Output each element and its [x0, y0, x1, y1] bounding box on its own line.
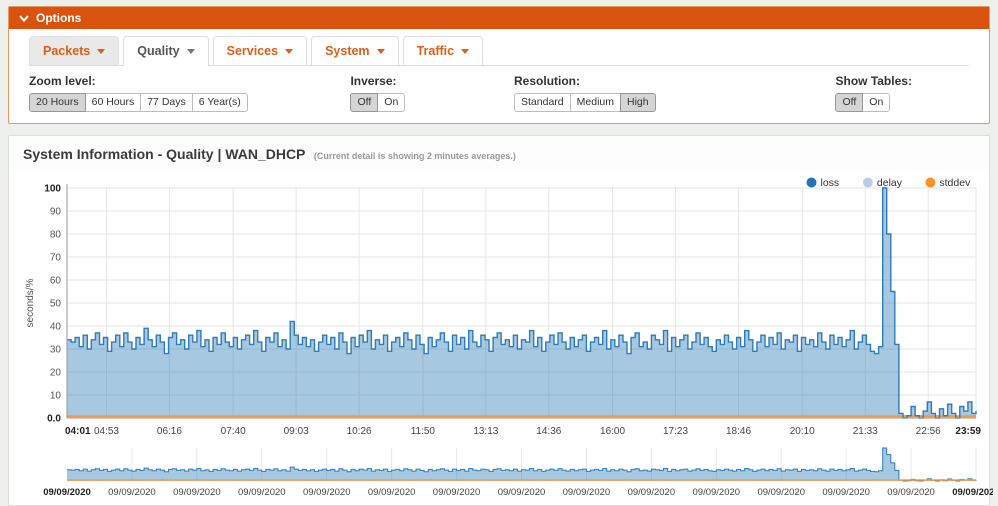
mini-chart-brush[interactable] [67, 447, 977, 482]
tab-packets[interactable]: Packets [29, 36, 120, 65]
zoom-77days-button[interactable]: 77 Days [140, 93, 193, 112]
quality-graph-header: System Information - Quality | WAN_DHCP … [9, 136, 989, 172]
show-tables-group: Off On [835, 93, 891, 112]
svg-text:09/09/2020: 09/09/2020 [822, 487, 870, 498]
inverse-on-button[interactable]: On [377, 93, 406, 112]
svg-text:14:36: 14:36 [536, 426, 561, 437]
chevron-down-icon [461, 48, 470, 54]
tab-traffic[interactable]: Traffic [402, 36, 484, 65]
svg-text:18:46: 18:46 [726, 426, 751, 437]
svg-text:loss: loss [821, 177, 840, 189]
tab-services-label: Services [226, 44, 279, 58]
chevron-down-icon [186, 48, 195, 54]
options-title: Options [36, 11, 82, 25]
x-tick-labels: 04:01 04:53 06:16 07:40 09:03 10:26 11:50 13:13… [65, 426, 981, 437]
graph-subtitle: (Current detail is showing 2 minutes ave… [313, 151, 516, 161]
svg-text:11:50: 11:50 [411, 426, 436, 437]
svg-text:09/09/2020: 09/09/2020 [498, 487, 546, 498]
show-tables-on-button[interactable]: On [862, 93, 891, 112]
chart-legend: stddev delay loss [806, 177, 971, 189]
svg-text:stddev: stddev [939, 177, 971, 189]
y-axis-label: seconds/% [25, 278, 36, 327]
svg-text:90: 90 [50, 207, 62, 218]
svg-text:09/09/2020: 09/09/2020 [108, 487, 156, 498]
chevron-down-icon [19, 14, 29, 22]
options-panel: Options Packets Quality Services System … [8, 6, 990, 124]
tab-traffic-label: Traffic [416, 44, 455, 58]
svg-text:07:40: 07:40 [221, 426, 246, 437]
svg-text:100: 100 [44, 184, 61, 195]
tab-quality-label: Quality [137, 44, 180, 58]
chevron-down-icon [376, 48, 385, 54]
svg-text:09/09/2020: 09/09/2020 [887, 487, 935, 498]
svg-text:09:03: 09:03 [284, 426, 309, 437]
svg-text:10:26: 10:26 [347, 426, 372, 437]
svg-text:09/09/2020: 09/09/2020 [173, 487, 221, 498]
inverse-off-button[interactable]: Off [350, 93, 379, 112]
show-tables-label: Show Tables: [835, 74, 912, 88]
graph-title: System Information - Quality | WAN_DHCP [23, 146, 306, 162]
svg-text:09/09/2020: 09/09/2020 [303, 487, 351, 498]
category-tabs: Packets Quality Services System Traffic [29, 36, 969, 66]
svg-text:23:59: 23:59 [955, 426, 981, 437]
resolution-medium-button[interactable]: Medium [569, 93, 621, 112]
tab-quality[interactable]: Quality [123, 36, 209, 66]
svg-text:20: 20 [50, 368, 62, 379]
svg-text:09/09/2020: 09/09/2020 [757, 487, 805, 498]
resolution-standard-button[interactable]: Standard [514, 93, 571, 112]
svg-text:09/09/2020: 09/09/2020 [693, 487, 741, 498]
svg-text:20:10: 20:10 [790, 426, 815, 437]
inverse-group: Off On [350, 93, 406, 112]
tab-system-label: System [325, 44, 370, 58]
tab-services[interactable]: Services [212, 36, 308, 65]
svg-text:22:56: 22:56 [916, 426, 941, 437]
zoom-60hours-button[interactable]: 60 Hours [84, 93, 142, 112]
chevron-down-icon [97, 48, 106, 54]
svg-text:80: 80 [50, 230, 62, 241]
options-panel-header[interactable]: Options [9, 7, 989, 29]
resolution-label: Resolution: [514, 74, 581, 88]
resolution-high-button[interactable]: High [620, 93, 656, 112]
zoom-level-label: Zoom level: [29, 74, 96, 88]
y-tick-labels: 100 90 80 70 60 50 40 30 20 10 0.0 [44, 184, 61, 425]
chevron-down-icon [285, 48, 294, 54]
svg-text:21:33: 21:33 [853, 426, 878, 437]
zoom-20hours-button[interactable]: 20 Hours [29, 93, 86, 112]
svg-text:17:23: 17:23 [663, 426, 688, 437]
quality-chart[interactable]: 100 90 80 70 60 50 40 30 20 10 0.0 seconds/% 04:01 04… [13, 172, 998, 498]
zoom-level-group: 20 Hours 60 Hours 77 Days 6 Year(s) [29, 93, 248, 112]
resolution-group: Standard Medium High [514, 93, 656, 112]
svg-text:06:16: 06:16 [157, 426, 182, 437]
svg-text:0.0: 0.0 [47, 414, 61, 425]
show-tables-off-button[interactable]: Off [835, 93, 864, 112]
svg-text:09/09/2020: 09/09/2020 [563, 487, 611, 498]
svg-text:04:01: 04:01 [65, 426, 91, 437]
zoom-6years-button[interactable]: 6 Year(s) [191, 93, 248, 112]
svg-text:50: 50 [50, 299, 62, 310]
inverse-label: Inverse: [350, 74, 397, 88]
svg-text:04:53: 04:53 [94, 426, 119, 437]
svg-text:09/09/2020: 09/09/2020 [628, 487, 676, 498]
svg-text:09/09/2020: 09/09/2020 [238, 487, 286, 498]
svg-text:10: 10 [50, 391, 62, 402]
svg-text:30: 30 [50, 345, 62, 356]
svg-text:09/09/2020: 09/09/2020 [43, 487, 91, 498]
svg-text:16:00: 16:00 [600, 426, 625, 437]
svg-text:09/09/2020: 09/09/2020 [433, 487, 481, 498]
svg-text:40: 40 [50, 322, 62, 333]
svg-text:09/09/2020: 09/09/2020 [952, 487, 993, 498]
svg-text:09/09/2020: 09/09/2020 [368, 487, 416, 498]
svg-text:13:13: 13:13 [473, 426, 498, 437]
mini-x-tick-labels: 09/09/2020 09/09/2020 09/09/2020 09/09/2020… [43, 487, 998, 498]
quality-graph-body: 100 90 80 70 60 50 40 30 20 10 0.0 seconds/% 04:01 04… [9, 172, 998, 505]
quality-graph-panel: System Information - Quality | WAN_DHCP … [8, 135, 998, 506]
options-controls: Zoom level: 20 Hours 60 Hours 77 Days 6 … [29, 74, 969, 112]
svg-text:70: 70 [50, 253, 62, 264]
tab-packets-label: Packets [43, 44, 91, 58]
svg-text:delay: delay [877, 177, 903, 189]
options-panel-body: Packets Quality Services System Traffic [9, 29, 989, 123]
svg-text:60: 60 [50, 276, 62, 287]
tab-system[interactable]: System [311, 36, 399, 65]
